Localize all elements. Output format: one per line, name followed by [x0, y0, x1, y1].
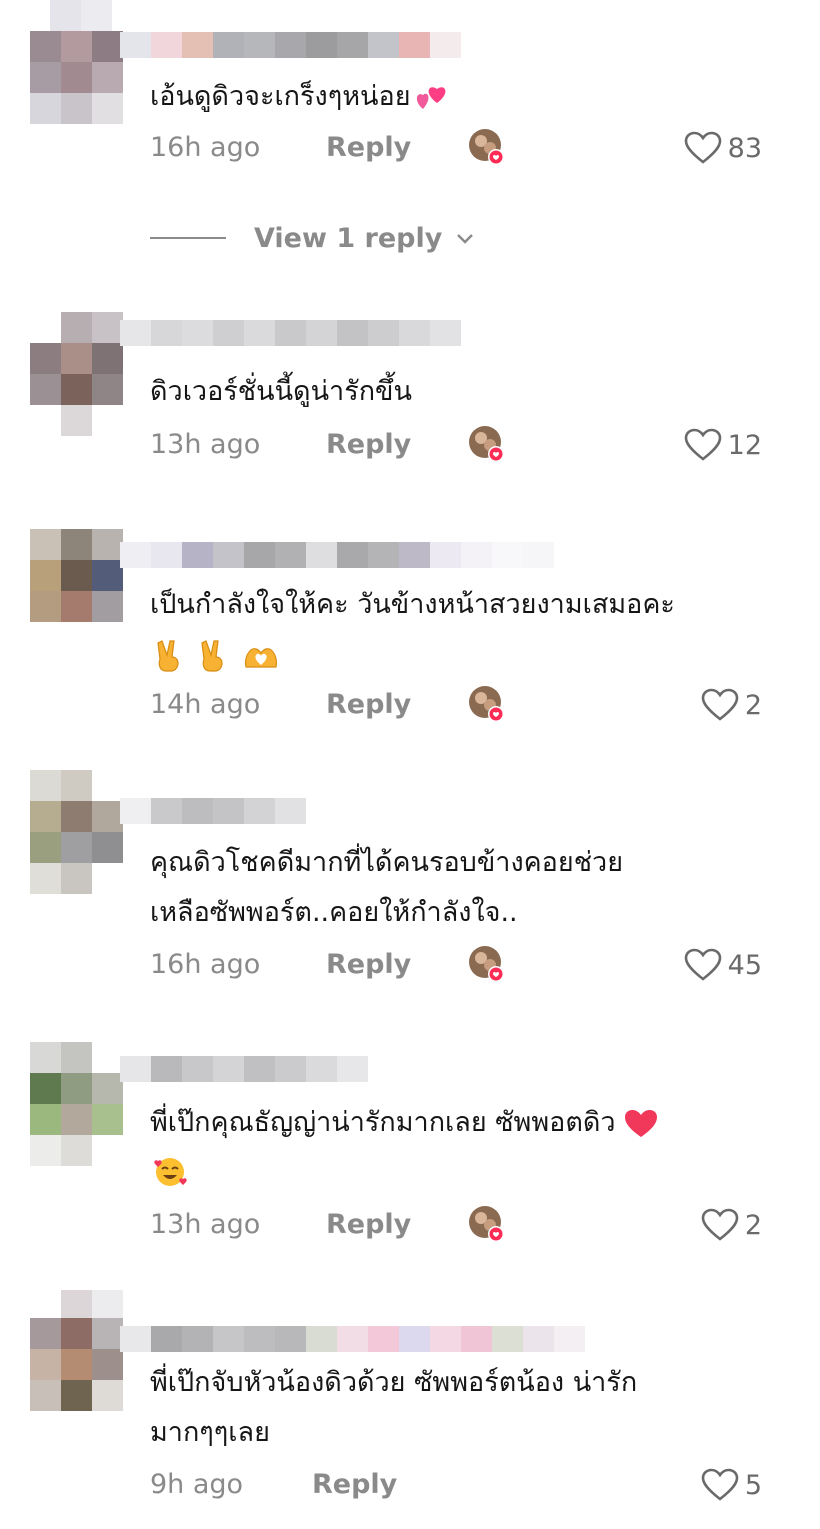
comment-meta: 13h ago Reply 2 [150, 1205, 770, 1245]
comment-text: เป็นกำลังใจให้คะ วันข้างหน้าสวยงามเสมอคะ [150, 589, 675, 620]
heart-outline-icon [701, 688, 739, 721]
comment-time: 9h ago [150, 1469, 244, 1500]
blurred-username[interactable] [120, 542, 554, 568]
comment-text: พี่เป๊กคุณธัญญ่าน่ารักมากเลย ซัพพอตดิว [150, 1098, 770, 1148]
blurred-avatar[interactable] [30, 312, 130, 442]
creator-liked-avatar-icon [469, 426, 504, 462]
like-button[interactable]: 2 [701, 685, 762, 725]
reply-button[interactable]: Reply [326, 425, 411, 465]
comment-text: พี่เป๊กจับหัวน้องดิวด้วย ซัพพอร์ตน้อง น่… [150, 1367, 638, 1448]
blurred-username[interactable] [120, 320, 461, 346]
comment-time: 14h ago [150, 689, 261, 720]
like-count: 12 [727, 429, 762, 461]
like-count: 45 [727, 949, 762, 981]
smiling-face-with-hearts-icon [154, 1158, 187, 1186]
comment-emoji-row [154, 636, 292, 676]
heart-outline-icon [701, 1468, 739, 1501]
like-button[interactable]: 12 [684, 425, 762, 465]
reply-button[interactable]: Reply [326, 1205, 411, 1245]
comment-time: 13h ago [150, 429, 261, 460]
comment-meta: 13h ago Reply 12 [150, 425, 770, 465]
comment-meta: 9h ago Reply 5 [150, 1465, 770, 1505]
like-count: 2 [744, 689, 762, 721]
comment-time: 13h ago [150, 1209, 261, 1240]
heart-outline-icon [684, 948, 721, 981]
view-replies-button[interactable]: View 1 reply [150, 218, 478, 258]
comment-emoji-row [152, 1152, 200, 1192]
like-button[interactable]: 45 [684, 945, 762, 985]
blurred-username[interactable] [120, 798, 306, 824]
like-button[interactable]: 2 [701, 1205, 762, 1245]
blurred-username[interactable] [120, 1056, 368, 1082]
view-replies-label: View 1 reply [254, 222, 443, 254]
heart-outline-icon [684, 428, 721, 461]
creator-liked-avatar-icon [469, 686, 504, 722]
like-button[interactable]: 83 [684, 128, 762, 168]
heart-outline-icon [701, 1208, 739, 1241]
like-count: 83 [727, 132, 762, 164]
blurred-username[interactable] [120, 1326, 585, 1352]
heart-outline-icon [684, 131, 721, 164]
like-count: 5 [744, 1469, 762, 1501]
reply-button[interactable]: Reply [326, 945, 411, 985]
reply-button[interactable]: Reply [326, 128, 411, 168]
blurred-avatar[interactable] [30, 512, 130, 652]
two-hearts-icon [416, 86, 445, 109]
creator-liked-avatar-icon [469, 946, 504, 982]
blurred-avatar[interactable] [30, 1042, 130, 1172]
reply-button[interactable]: Reply [312, 1465, 397, 1505]
blurred-username[interactable] [120, 32, 461, 58]
heart-hands-icon [245, 648, 277, 668]
comment-text: เอ้นดูดิวจะเกร็งๆหน่อย [150, 72, 770, 122]
creator-liked-avatar-icon [469, 1206, 504, 1242]
comment-meta: 16h ago Reply 45 [150, 945, 770, 985]
victory-hand-icon [157, 640, 179, 672]
comment-time: 16h ago [150, 132, 261, 163]
reply-button[interactable]: Reply [326, 685, 411, 725]
red-heart-icon [624, 1109, 657, 1137]
divider-line [150, 237, 226, 239]
creator-liked-avatar-icon [469, 129, 504, 165]
comment-text: ดิวเวอร์ชั่นนี้ดูน่ารักขึ้น [150, 376, 412, 407]
comment-time: 16h ago [150, 949, 261, 980]
victory-hand-icon [201, 640, 223, 672]
comment-text: คุณดิวโชคดีมากที่ได้คนรอบข้างคอยช่วย เหล… [150, 847, 624, 928]
like-button[interactable]: 5 [701, 1465, 762, 1505]
blurred-avatar[interactable] [30, 1290, 130, 1420]
blurred-avatar[interactable] [30, 0, 130, 150]
like-count: 2 [744, 1209, 762, 1241]
chevron-down-icon [457, 234, 474, 244]
comment-meta: 14h ago Reply 2 [150, 685, 770, 725]
blurred-avatar[interactable] [30, 770, 130, 900]
comment-meta: 16h ago Reply 83 [150, 128, 770, 168]
